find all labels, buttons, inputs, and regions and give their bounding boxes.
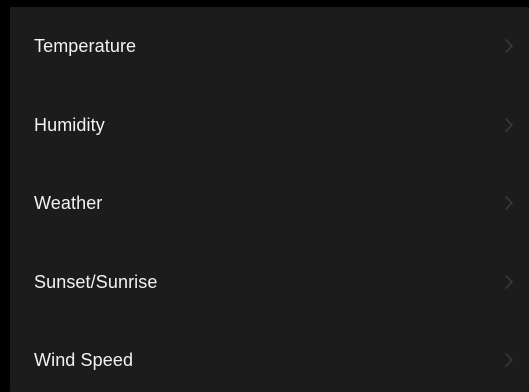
menu-item-weather[interactable]: Weather — [10, 164, 529, 242]
menu-item-label: Weather — [34, 192, 103, 213]
menu-item-label: Wind Speed — [34, 349, 134, 370]
chevron-right-icon — [503, 195, 515, 211]
menu-item-label: Sunset/Sunrise — [34, 271, 158, 292]
menu-item-temperature[interactable]: Temperature — [10, 7, 529, 85]
chevron-right-icon — [503, 274, 515, 290]
menu-item-sunset-sunrise[interactable]: Sunset/Sunrise — [10, 243, 529, 321]
menu-item-humidity[interactable]: Humidity — [10, 86, 529, 164]
settings-list: Temperature Humidity Weather Sunset/Sunr… — [10, 7, 529, 392]
menu-item-wind-speed[interactable]: Wind Speed — [10, 321, 529, 392]
menu-item-label: Humidity — [34, 114, 105, 135]
menu-item-label: Temperature — [34, 35, 137, 56]
chevron-right-icon — [503, 38, 515, 54]
chevron-right-icon — [503, 117, 515, 133]
settings-screen: Temperature Humidity Weather Sunset/Sunr… — [0, 0, 529, 392]
chevron-right-icon — [503, 352, 515, 368]
